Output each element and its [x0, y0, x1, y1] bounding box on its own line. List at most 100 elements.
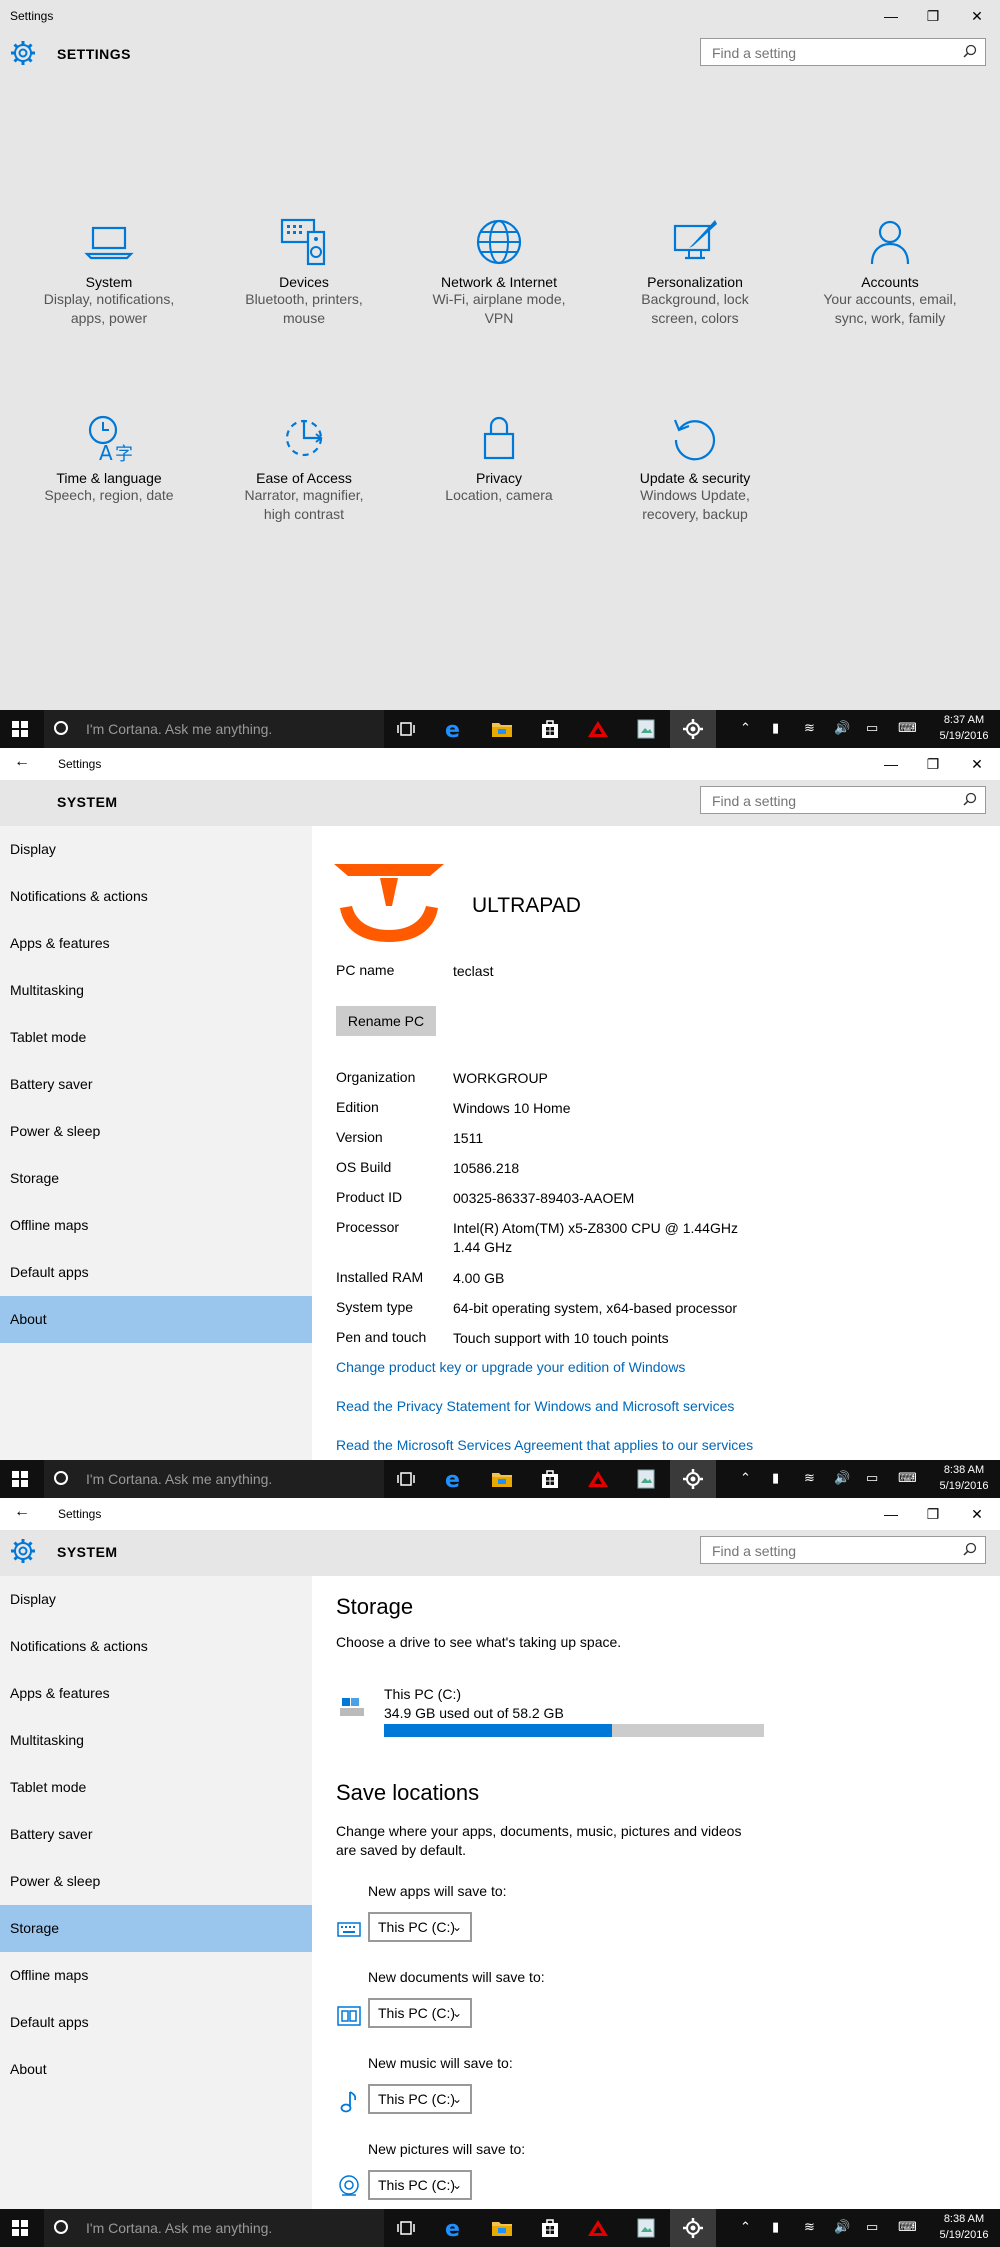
- settings-taskbar-button[interactable]: [670, 2209, 716, 2247]
- show-hidden-icons[interactable]: ⌃: [740, 2219, 751, 2235]
- sidebar-item-display[interactable]: Display: [0, 1576, 312, 1623]
- settings-taskbar-button[interactable]: [670, 1460, 716, 1498]
- minimize-button[interactable]: —: [876, 1502, 906, 1526]
- search-input[interactable]: [710, 40, 954, 66]
- windows-start-icon[interactable]: [12, 1471, 28, 1487]
- restore-button[interactable]: ❐: [918, 1502, 948, 1526]
- windows-start-icon[interactable]: [12, 721, 28, 737]
- rename-pc-button[interactable]: Rename PC: [336, 1006, 436, 1036]
- minimize-button[interactable]: —: [876, 752, 906, 776]
- photo-viewer-icon[interactable]: [634, 2216, 658, 2240]
- keyboard-icon[interactable]: ⌨: [898, 2219, 917, 2235]
- category-system[interactable]: System Display, notifications, apps, pow…: [14, 214, 204, 328]
- cortana-search[interactable]: I'm Cortana. Ask me anything.: [44, 2209, 384, 2247]
- file-explorer-icon[interactable]: [490, 2216, 514, 2240]
- back-arrow-icon[interactable]: ←: [14, 1503, 30, 1521]
- search-input[interactable]: [710, 1538, 954, 1564]
- battery-icon[interactable]: ▮: [772, 1470, 779, 1486]
- clock[interactable]: 8:37 AM 5/19/2016: [934, 712, 994, 744]
- cortana-search[interactable]: I'm Cortana. Ask me anything.: [44, 1460, 384, 1498]
- restore-button[interactable]: ❐: [918, 752, 948, 776]
- app-icon[interactable]: [586, 2216, 610, 2240]
- sidebar-item-apps-features[interactable]: Apps & features: [0, 1670, 312, 1717]
- sidebar-item-offline-maps[interactable]: Offline maps: [0, 1202, 312, 1249]
- music-save-dropdown[interactable]: This PC (C:) ⌄: [368, 2084, 472, 2114]
- battery-icon[interactable]: ▮: [772, 2219, 779, 2235]
- back-arrow-icon[interactable]: ←: [14, 753, 30, 771]
- action-center-icon[interactable]: ▭: [866, 1470, 878, 1486]
- show-hidden-icons[interactable]: ⌃: [740, 720, 751, 736]
- sidebar-item-default-apps[interactable]: Default apps: [0, 1999, 312, 2046]
- change-product-key-link[interactable]: Change product key or upgrade your editi…: [336, 1359, 685, 1375]
- file-explorer-icon[interactable]: [490, 717, 514, 741]
- file-explorer-icon[interactable]: [490, 1467, 514, 1491]
- search-icon[interactable]: [963, 1542, 977, 1556]
- wifi-icon[interactable]: ≋: [804, 2219, 815, 2235]
- battery-icon[interactable]: ▮: [772, 720, 779, 736]
- sidebar-item-notifications[interactable]: Notifications & actions: [0, 1623, 312, 1670]
- category-devices[interactable]: Devices Bluetooth, printers, mouse: [209, 214, 399, 328]
- task-view-icon[interactable]: [394, 2216, 418, 2240]
- documents-save-dropdown[interactable]: This PC (C:) ⌄: [368, 1998, 472, 2028]
- minimize-button[interactable]: —: [876, 4, 906, 28]
- sidebar-item-multitasking[interactable]: Multitasking: [0, 967, 312, 1014]
- close-button[interactable]: ✕: [962, 4, 992, 28]
- volume-icon[interactable]: 🔊: [834, 1470, 850, 1486]
- windows-start-icon[interactable]: [12, 2220, 28, 2236]
- privacy-statement-link[interactable]: Read the Privacy Statement for Windows a…: [336, 1398, 734, 1414]
- keyboard-icon[interactable]: ⌨: [898, 1470, 917, 1486]
- sidebar-item-multitasking[interactable]: Multitasking: [0, 1717, 312, 1764]
- close-button[interactable]: ✕: [962, 752, 992, 776]
- search-box[interactable]: [700, 786, 986, 814]
- app-icon[interactable]: [586, 1467, 610, 1491]
- wifi-icon[interactable]: ≋: [804, 1470, 815, 1486]
- photo-viewer-icon[interactable]: [634, 717, 658, 741]
- clock[interactable]: 8:38 AM 5/19/2016: [934, 2211, 994, 2243]
- sidebar-item-tablet-mode[interactable]: Tablet mode: [0, 1014, 312, 1061]
- sidebar-item-offline-maps[interactable]: Offline maps: [0, 1952, 312, 1999]
- store-icon[interactable]: [538, 2216, 562, 2240]
- category-time-language[interactable]: A字 Time & language Speech, region, date: [14, 410, 204, 505]
- category-ease-of-access[interactable]: Ease of Access Narrator, magnifier, high…: [209, 410, 399, 524]
- sidebar-item-power-sleep[interactable]: Power & sleep: [0, 1858, 312, 1905]
- action-center-icon[interactable]: ▭: [866, 2219, 878, 2235]
- sidebar-item-notifications[interactable]: Notifications & actions: [0, 873, 312, 920]
- clock[interactable]: 8:38 AM 5/19/2016: [934, 1462, 994, 1494]
- search-box[interactable]: [700, 38, 986, 66]
- apps-save-dropdown[interactable]: This PC (C:) ⌄: [368, 1912, 472, 1942]
- sidebar-item-storage[interactable]: Storage: [0, 1905, 312, 1952]
- sidebar-item-power-sleep[interactable]: Power & sleep: [0, 1108, 312, 1155]
- store-icon[interactable]: [538, 717, 562, 741]
- store-icon[interactable]: [538, 1467, 562, 1491]
- close-button[interactable]: ✕: [962, 1502, 992, 1526]
- sidebar-item-battery-saver[interactable]: Battery saver: [0, 1061, 312, 1108]
- wifi-icon[interactable]: ≋: [804, 720, 815, 736]
- edge-icon[interactable]: e: [442, 2216, 466, 2240]
- sidebar-item-about[interactable]: About: [0, 2046, 312, 2093]
- pictures-save-dropdown[interactable]: This PC (C:) ⌄: [368, 2170, 472, 2200]
- sidebar-item-default-apps[interactable]: Default apps: [0, 1249, 312, 1296]
- category-privacy[interactable]: Privacy Location, camera: [404, 410, 594, 505]
- sidebar-item-apps-features[interactable]: Apps & features: [0, 920, 312, 967]
- search-box[interactable]: [700, 1536, 986, 1564]
- sidebar-item-display[interactable]: Display: [0, 826, 312, 873]
- search-input[interactable]: [710, 788, 954, 814]
- category-accounts[interactable]: Accounts Your accounts, email, sync, wor…: [795, 214, 985, 328]
- sidebar-item-tablet-mode[interactable]: Tablet mode: [0, 1764, 312, 1811]
- category-network[interactable]: Network & Internet Wi-Fi, airplane mode,…: [404, 214, 594, 328]
- show-hidden-icons[interactable]: ⌃: [740, 1470, 751, 1486]
- search-icon[interactable]: [963, 44, 977, 58]
- keyboard-icon[interactable]: ⌨: [898, 720, 917, 736]
- sidebar-item-about[interactable]: About: [0, 1296, 312, 1343]
- sidebar-item-battery-saver[interactable]: Battery saver: [0, 1811, 312, 1858]
- edge-icon[interactable]: e: [442, 717, 466, 741]
- volume-icon[interactable]: 🔊: [834, 720, 850, 736]
- task-view-icon[interactable]: [394, 717, 418, 741]
- category-personalization[interactable]: Personalization Background, lock screen,…: [600, 214, 790, 328]
- restore-button[interactable]: ❐: [918, 4, 948, 28]
- sidebar-item-storage[interactable]: Storage: [0, 1155, 312, 1202]
- settings-taskbar-button[interactable]: [670, 710, 716, 748]
- task-view-icon[interactable]: [394, 1467, 418, 1491]
- photo-viewer-icon[interactable]: [634, 1467, 658, 1491]
- category-update-security[interactable]: Update & security Windows Update, recove…: [600, 410, 790, 524]
